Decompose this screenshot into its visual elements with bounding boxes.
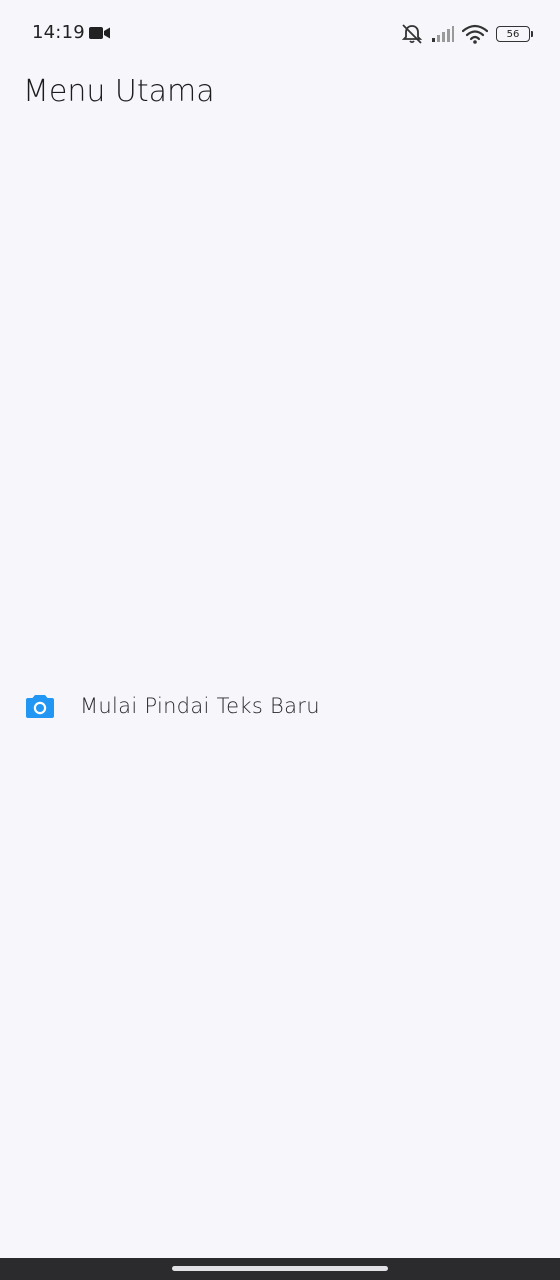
battery-icon: 56 bbox=[496, 26, 533, 42]
status-icons: 56 bbox=[400, 22, 533, 46]
wifi-icon bbox=[462, 24, 488, 44]
status-time: 14:19 bbox=[32, 22, 85, 43]
video-camera-icon bbox=[89, 27, 110, 39]
status-bar: 14:19 56 bbox=[0, 0, 560, 64]
home-handle[interactable] bbox=[172, 1266, 388, 1271]
signal-icon bbox=[432, 26, 454, 42]
camera-icon bbox=[26, 695, 54, 718]
menu-item-scan-text[interactable]: Mulai Pindai Teks Baru bbox=[0, 676, 560, 736]
do-not-disturb-icon bbox=[401, 24, 423, 44]
page-title: Menu Utama bbox=[23, 74, 215, 109]
navigation-bar bbox=[0, 1258, 560, 1280]
battery-level: 56 bbox=[506, 28, 520, 40]
menu-item-label: Mulai Pindai Teks Baru bbox=[80, 694, 320, 718]
